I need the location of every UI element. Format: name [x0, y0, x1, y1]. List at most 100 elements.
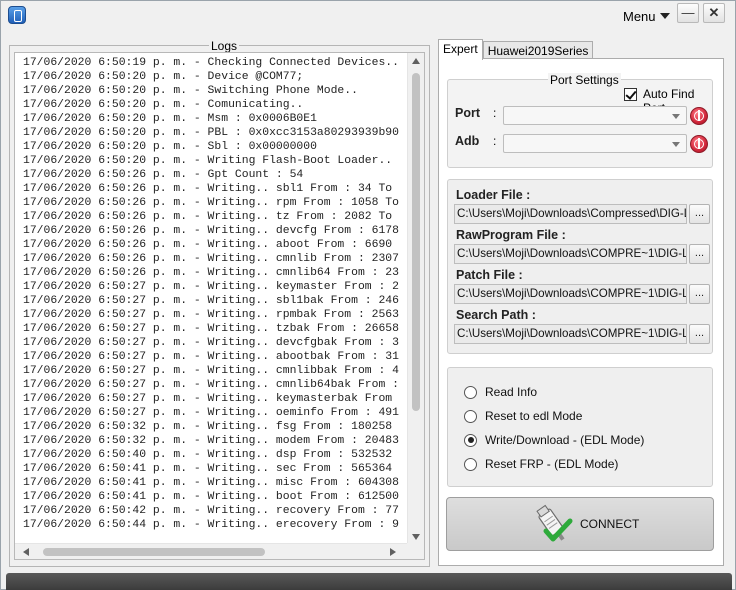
mode-option-read-info[interactable]: Read Info: [464, 384, 537, 400]
minimize-button[interactable]: —: [677, 3, 699, 23]
log-line: 17/06/2020 6:50:40 p. m. - Writing.. dsp…: [23, 449, 393, 461]
port-select[interactable]: [503, 106, 687, 125]
rawprogram-file-input[interactable]: C:\Users\Moji\Downloads\COMPRE~1\DIG-L0: [454, 244, 687, 264]
radio-write-download[interactable]: [464, 433, 477, 447]
horizontal-scrollbar[interactable]: [15, 543, 408, 559]
logs-title: Logs: [209, 39, 240, 53]
auto-find-port-checkbox[interactable]: [624, 88, 637, 101]
adb-colon: :: [493, 134, 497, 148]
adb-label: Adb: [455, 134, 480, 148]
log-line: 17/06/2020 6:50:27 p. m. - Writing.. cmn…: [23, 379, 399, 391]
tab-expert[interactable]: Expert: [438, 39, 483, 60]
radio-read-info[interactable]: [464, 385, 477, 399]
log-lines: 17/06/2020 6:50:19 p. m. - Checking Conn…: [23, 56, 407, 540]
chevron-down-icon: [672, 142, 680, 147]
log-line: 17/06/2020 6:50:27 p. m. - Writing.. sbl…: [23, 295, 399, 307]
tab-strip: Expert Huawei2019Series: [438, 39, 594, 60]
mode-option-reset-to-edl[interactable]: Reset to edl Mode: [464, 408, 582, 424]
chevron-down-icon: [659, 13, 670, 19]
search-path-label: Search Path :: [456, 308, 536, 322]
loader-file-input[interactable]: C:\Users\Moji\Downloads\Compressed\DIG-L…: [454, 204, 687, 224]
port-power-button[interactable]: [690, 107, 708, 125]
scroll-corner: [407, 543, 424, 559]
connect-button[interactable]: CONNECT: [446, 497, 714, 551]
radio-reset-to-edl[interactable]: [464, 409, 477, 423]
log-line: 17/06/2020 6:50:26 p. m. - Writing.. cmn…: [23, 267, 399, 279]
scroll-left-icon[interactable]: [23, 548, 29, 556]
log-line: 17/06/2020 6:50:32 p. m. - Writing.. fsg…: [23, 421, 393, 433]
rawprogram-browse-button[interactable]: ...: [689, 244, 710, 264]
log-line: 17/06/2020 6:50:32 p. m. - Writing.. mod…: [23, 435, 399, 447]
log-line: 17/06/2020 6:50:26 p. m. - Writing.. tz …: [23, 211, 393, 223]
log-line: 17/06/2020 6:50:20 p. m. - Device @COM77…: [23, 71, 304, 83]
log-line: 17/06/2020 6:50:27 p. m. - Writing.. key…: [23, 393, 393, 405]
log-line: 17/06/2020 6:50:41 p. m. - Writing.. boo…: [23, 491, 399, 503]
log-line: 17/06/2020 6:50:20 p. m. - Sbl : 0x00000…: [23, 141, 317, 153]
adb-select[interactable]: [503, 134, 687, 153]
loader-file-label: Loader File :: [456, 188, 531, 202]
log-line: 17/06/2020 6:50:20 p. m. - Writing Flash…: [23, 155, 393, 167]
port-settings-title: Port Settings: [548, 73, 621, 87]
port-settings-group: Port Settings Auto Find Port Port : Adb …: [447, 73, 713, 168]
port-label: Port: [455, 106, 480, 120]
logs-textbox[interactable]: 17/06/2020 6:50:19 p. m. - Checking Conn…: [14, 52, 425, 560]
log-line: 17/06/2020 6:50:20 p. m. - Switching Pho…: [23, 85, 358, 97]
patch-browse-button[interactable]: ...: [689, 284, 710, 304]
patch-file-input[interactable]: C:\Users\Moji\Downloads\COMPRE~1\DIG-L0: [454, 284, 687, 304]
mode-option-reset-frp[interactable]: Reset FRP - (EDL Mode): [464, 456, 618, 472]
log-line: 17/06/2020 6:50:20 p. m. - Msm : 0x0006B…: [23, 113, 317, 125]
app-window: Menu — ✕ Logs 17/06/2020 6:50:19 p. m. -…: [0, 0, 736, 590]
log-line: 17/06/2020 6:50:20 p. m. - PBL : 0x0xcc3…: [23, 127, 399, 139]
logs-group: Logs 17/06/2020 6:50:19 p. m. - Checking…: [9, 39, 430, 567]
horizontal-scroll-thumb[interactable]: [43, 548, 265, 556]
expert-tab-panel: Port Settings Auto Find Port Port : Adb …: [438, 58, 724, 566]
log-line: 17/06/2020 6:50:26 p. m. - Writing.. rpm…: [23, 197, 399, 209]
minimize-icon: —: [681, 5, 695, 20]
status-bar: [6, 573, 732, 590]
scroll-down-icon[interactable]: [412, 534, 420, 540]
log-line: 17/06/2020 6:50:26 p. m. - Writing.. abo…: [23, 239, 393, 251]
title-bar: Menu — ✕: [1, 1, 735, 31]
radio-reset-frp[interactable]: [464, 457, 477, 471]
mode-option-label: Reset to edl Mode: [485, 409, 583, 423]
log-line: 17/06/2020 6:50:26 p. m. - Writing.. dev…: [23, 225, 399, 237]
vertical-scrollbar[interactable]: [407, 53, 424, 545]
mode-option-label: Write/Download - (EDL Mode): [485, 433, 645, 447]
mode-option-label: Read Info: [485, 385, 538, 399]
port-colon: :: [493, 106, 497, 120]
log-line: 17/06/2020 6:50:42 p. m. - Writing.. rec…: [23, 505, 399, 517]
log-line: 17/06/2020 6:50:27 p. m. - Writing.. cmn…: [23, 365, 399, 377]
log-line: 17/06/2020 6:50:26 p. m. - Gpt Count : 5…: [23, 169, 304, 181]
connect-label: CONNECT: [580, 517, 640, 531]
adb-power-button[interactable]: [690, 135, 708, 153]
files-group: Loader File : C:\Users\Moji\Downloads\Co…: [447, 179, 713, 354]
vertical-scroll-thumb[interactable]: [412, 73, 420, 411]
log-line: 17/06/2020 6:50:27 p. m. - Writing.. rpm…: [23, 309, 399, 321]
close-button[interactable]: ✕: [703, 3, 725, 23]
log-line: 17/06/2020 6:50:27 p. m. - Writing.. tzb…: [23, 323, 399, 335]
menu-button[interactable]: Menu: [623, 7, 670, 25]
tab-huawei2019series[interactable]: Huawei2019Series: [482, 41, 594, 59]
search-path-input[interactable]: C:\Users\Moji\Downloads\COMPRE~1\DIG-L0: [454, 324, 687, 344]
log-line: 17/06/2020 6:50:27 p. m. - Writing.. oem…: [23, 407, 399, 419]
mode-option-write-download[interactable]: Write/Download - (EDL Mode): [464, 432, 644, 448]
close-icon: ✕: [708, 5, 720, 20]
menu-label: Menu: [623, 8, 656, 24]
patch-file-label: Patch File :: [456, 268, 523, 282]
loader-browse-button[interactable]: ...: [689, 204, 710, 224]
log-line: 17/06/2020 6:50:41 p. m. - Writing.. mis…: [23, 477, 399, 489]
log-line: 17/06/2020 6:50:26 p. m. - Writing.. cmn…: [23, 253, 399, 265]
usb-plug-check-icon: [536, 504, 573, 542]
app-icon: [8, 6, 26, 24]
log-line: 17/06/2020 6:50:20 p. m. - Comunicating.…: [23, 99, 304, 111]
log-line: 17/06/2020 6:50:26 p. m. - Writing.. sbl…: [23, 183, 393, 195]
chevron-down-icon: [672, 114, 680, 119]
log-line: 17/06/2020 6:50:19 p. m. - Checking Conn…: [23, 57, 399, 69]
rawprogram-file-label: RawProgram File :: [456, 228, 566, 242]
scroll-right-icon[interactable]: [390, 548, 396, 556]
scroll-up-icon[interactable]: [412, 58, 420, 64]
search-path-browse-button[interactable]: ...: [689, 324, 710, 344]
mode-group: Read Info Reset to edl Mode Write/Downlo…: [447, 367, 713, 487]
log-line: 17/06/2020 6:50:41 p. m. - Writing.. sec…: [23, 463, 393, 475]
mode-option-label: Reset FRP - (EDL Mode): [485, 457, 619, 471]
